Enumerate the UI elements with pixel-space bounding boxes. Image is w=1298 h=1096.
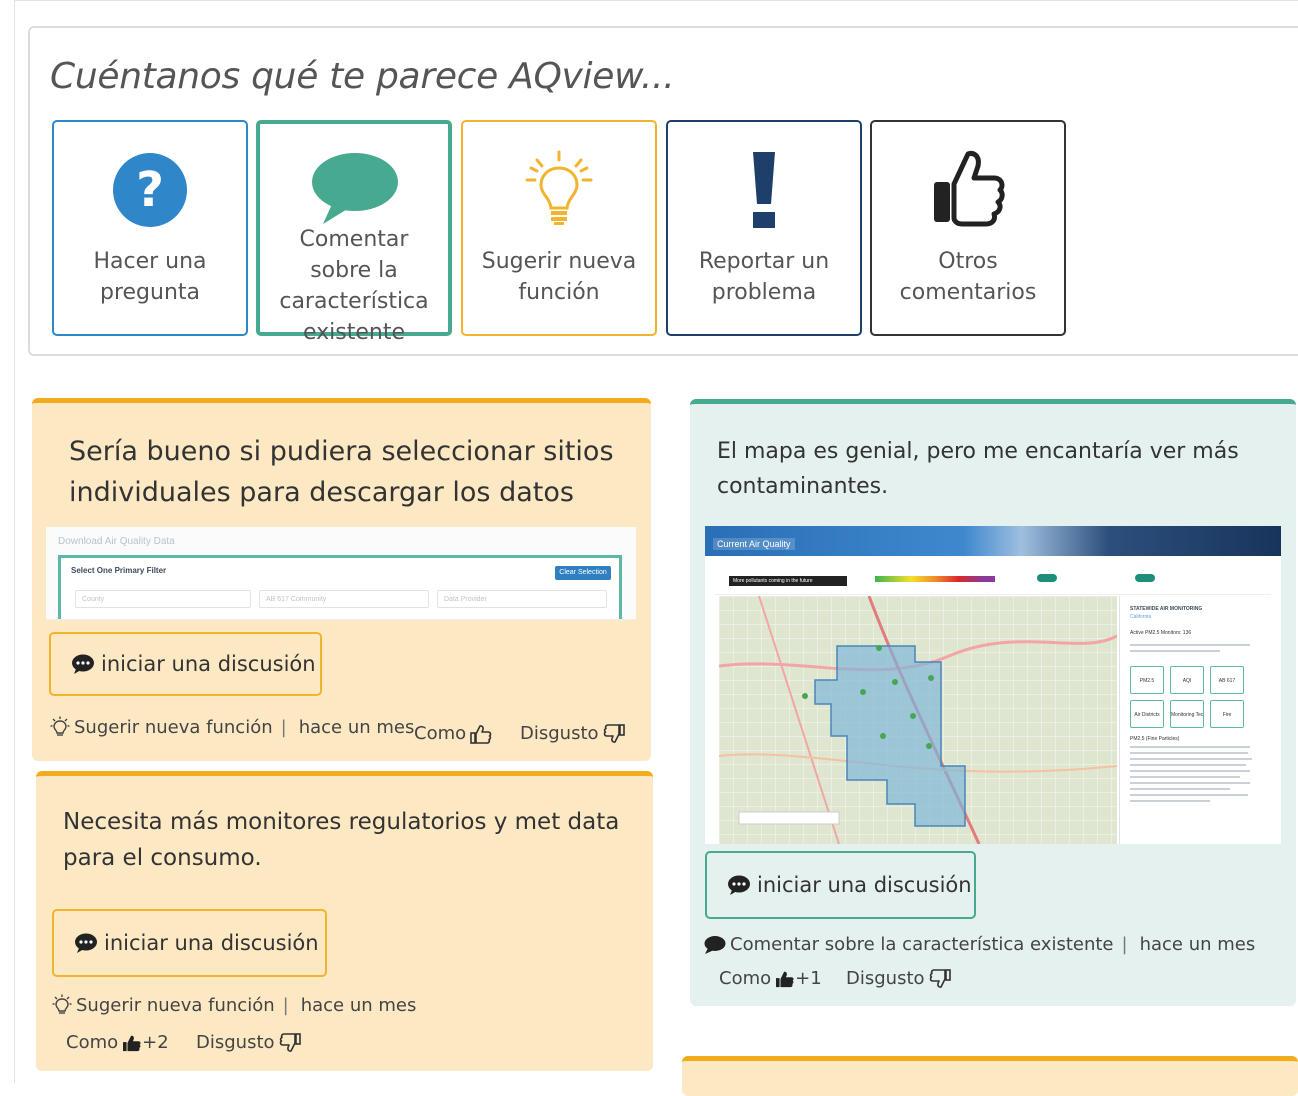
post-text: Sería bueno si pudiera seleccionar sitio… xyxy=(69,436,614,508)
like-count: +2 xyxy=(142,1032,169,1053)
thumbs-up-solid-icon xyxy=(123,1035,141,1051)
screenshot-filter-label: Select One Primary Filter xyxy=(71,566,167,575)
start-discussion-label: iniciar una discusión xyxy=(101,652,316,676)
post-time: hace un mes xyxy=(1139,934,1256,955)
screenshot-tile: PM2.5 xyxy=(1130,666,1164,694)
like-button[interactable]: Como +2 xyxy=(66,1032,169,1053)
screenshot-tile: Monitoring Technology xyxy=(1170,700,1204,728)
post-time: hace un mes xyxy=(300,994,417,1016)
thumbs-up-icon xyxy=(872,148,1064,228)
report-problem-label: Reportar un problema xyxy=(698,249,830,305)
comment-dots-icon xyxy=(75,933,97,953)
dislike-button[interactable]: Disgusto xyxy=(846,968,951,989)
dislike-label: Disgusto xyxy=(846,968,925,989)
screenshot-clear-button: Clear Selection xyxy=(555,566,611,580)
dislike-label: Disgusto xyxy=(196,1032,275,1053)
screenshot-aqi-legend xyxy=(875,576,995,582)
thumbs-up-outline-icon xyxy=(470,724,492,744)
comment-feature-label: Comentar sobre la característica existen… xyxy=(279,227,429,345)
screenshot-side-region: California xyxy=(1130,614,1152,620)
start-discussion-label: iniciar una discusión xyxy=(104,931,319,955)
post-category-link[interactable]: Comentar sobre la característica existen… xyxy=(730,934,1114,955)
lightbulb-outline-icon xyxy=(52,994,72,1014)
screenshot-select: County xyxy=(75,590,251,608)
start-discussion-button[interactable]: iniciar una discusión xyxy=(49,632,322,696)
screenshot-toolbar: More pollutants coming in the future xyxy=(715,562,1271,595)
report-problem-button[interactable]: Reportar un problema xyxy=(666,120,862,336)
comment-dots-icon xyxy=(72,654,94,674)
screenshot-side-title: STATEWIDE AIR MONITORING xyxy=(1130,606,1203,612)
like-label: Como xyxy=(719,968,772,989)
post-text: Necesita más monitores regulatorios y me… xyxy=(63,809,620,871)
screenshot-tile: AB 617 xyxy=(1210,666,1244,694)
screenshot-select: Data Provider xyxy=(437,590,607,608)
screenshot-title: Download Air Quality Data xyxy=(58,536,175,547)
post-text: El mapa es genial, pero me encantaría ve… xyxy=(717,439,1239,499)
dislike-button[interactable]: Disgusto xyxy=(196,1032,301,1053)
question-circle-icon: ? xyxy=(54,152,246,228)
post-card: Necesita más monitores regulatorios y me… xyxy=(36,771,653,1071)
like-label: Como xyxy=(66,1032,119,1053)
like-button[interactable]: Como xyxy=(414,723,492,744)
other-comments-button[interactable]: Otros comentarios xyxy=(870,120,1066,336)
screenshot-pm-heading: PM2.5 (Fine Particles) xyxy=(1130,736,1180,742)
post-screenshot: Current Air Quality More pollutants comi… xyxy=(705,526,1281,844)
meta-separator: | xyxy=(280,716,287,738)
screenshot-side-count: Active PM2.5 Monitors: 136 xyxy=(1130,630,1192,636)
thumbs-down-outline-icon xyxy=(603,723,625,743)
ask-question-button[interactable]: ? Hacer una pregunta xyxy=(52,120,248,336)
post-meta: Sugerir nueva función | hace un mes xyxy=(50,716,414,738)
thumbs-down-outline-icon xyxy=(929,968,951,988)
screenshot-tile: Air Districts xyxy=(1130,700,1164,728)
lightbulb-icon xyxy=(463,150,655,226)
suggest-feature-button[interactable]: Sugerir nueva función xyxy=(461,120,657,336)
thumbs-up-solid-icon xyxy=(776,971,794,987)
thumbs-down-outline-icon xyxy=(279,1032,301,1052)
exclamation-icon xyxy=(668,152,860,228)
feedback-title: Cuéntanos qué te parece AQview... xyxy=(50,56,675,97)
screenshot-side-panel: STATEWIDE AIR MONITORING California Acti… xyxy=(1119,596,1272,844)
speech-bubble-icon xyxy=(260,150,448,226)
post-screenshot: Download Air Quality Data Select One Pri… xyxy=(46,527,636,620)
screenshot-banner-title: Current Air Quality xyxy=(713,538,795,550)
ask-question-label: Hacer una pregunta xyxy=(93,249,207,305)
lightbulb-outline-icon xyxy=(50,716,70,736)
start-discussion-label: iniciar una discusión xyxy=(757,873,972,897)
comment-dots-icon xyxy=(728,875,750,895)
post-card xyxy=(682,1056,1298,1096)
like-label: Como xyxy=(414,723,467,744)
screenshot-map xyxy=(719,596,1117,844)
meta-separator: | xyxy=(282,994,289,1016)
screenshot-tile: AQI xyxy=(1170,666,1204,694)
screenshot-toggle xyxy=(1135,574,1155,582)
start-discussion-button[interactable]: iniciar una discusión xyxy=(705,851,976,919)
dislike-label: Disgusto xyxy=(520,723,599,744)
other-comments-label: Otros comentarios xyxy=(899,249,1037,305)
post-meta: Comentar sobre la característica existen… xyxy=(704,934,1255,955)
feedback-panel: Cuéntanos qué te parece AQview... ? Hace… xyxy=(28,26,1298,356)
screenshot-filter-box: Select One Primary Filter Clear Selectio… xyxy=(58,555,622,619)
post-card: El mapa es genial, pero me encantaría ve… xyxy=(690,399,1296,1006)
comment-feature-button[interactable]: Comentar sobre la característica existen… xyxy=(256,120,452,345)
dislike-button[interactable]: Disgusto xyxy=(520,723,625,744)
screenshot-toggle xyxy=(1037,574,1057,582)
post-card: Sería bueno si pudiera seleccionar sitio… xyxy=(32,398,651,761)
svg-text:?: ? xyxy=(136,162,164,218)
post-time: hace un mes xyxy=(298,716,415,738)
screenshot-tooltip: More pollutants coming in the future xyxy=(729,576,847,586)
start-discussion-button[interactable]: iniciar una discusión xyxy=(52,909,327,977)
screenshot-select: AB 617 Community xyxy=(259,590,429,608)
like-count: +1 xyxy=(795,968,822,989)
post-category-link[interactable]: Sugerir nueva función xyxy=(76,995,275,1016)
like-button[interactable]: Como +1 xyxy=(719,968,822,989)
suggest-feature-label: Sugerir nueva función xyxy=(481,249,637,305)
meta-separator: | xyxy=(1121,934,1128,955)
comment-icon xyxy=(704,935,726,954)
post-meta: Sugerir nueva función | hace un mes xyxy=(52,994,416,1016)
screenshot-tile: Fire xyxy=(1210,700,1244,728)
post-category-link[interactable]: Sugerir nueva función xyxy=(74,717,273,738)
